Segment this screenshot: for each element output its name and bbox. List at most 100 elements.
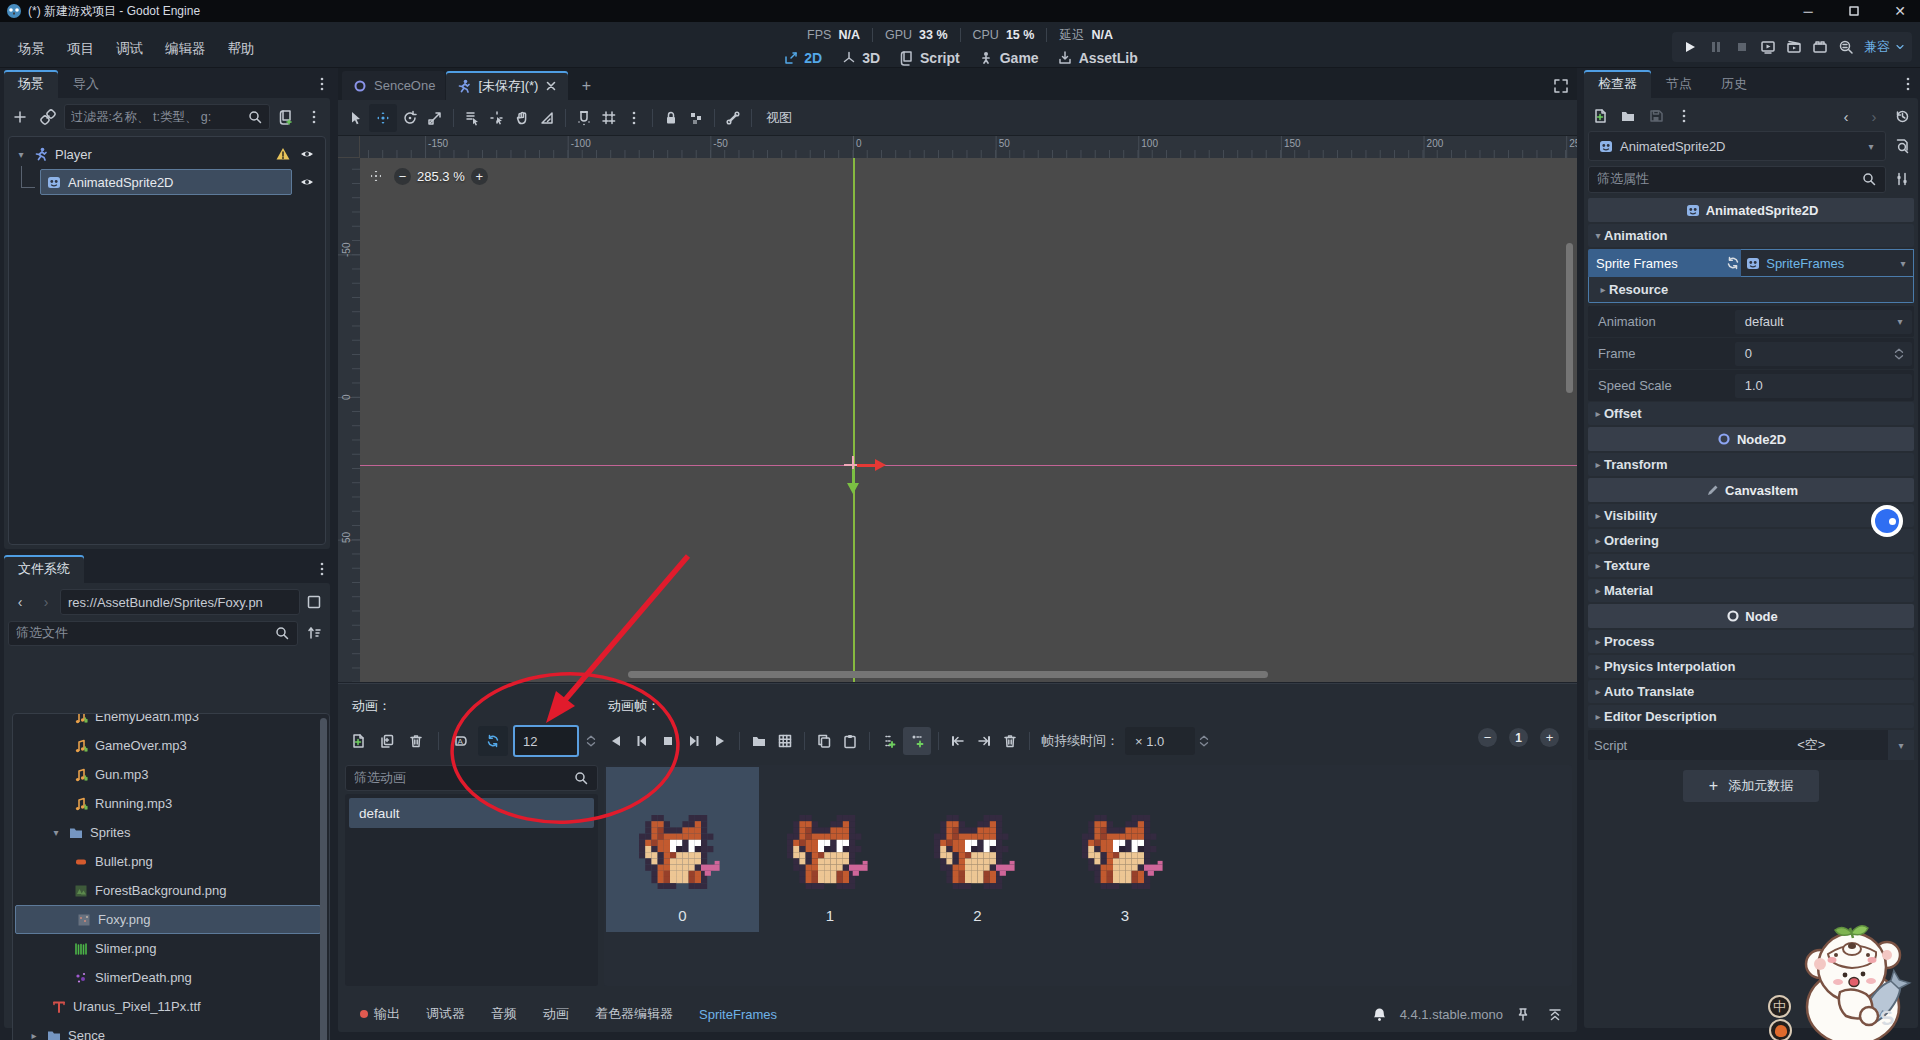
ruler-tool-button[interactable] [535,106,559,130]
tab-inspector[interactable]: 检查器 [1584,70,1651,98]
zoom-level[interactable]: 285.3 % [417,169,465,184]
smart-snap-button[interactable] [572,106,596,130]
bottom-tab-着色器编辑器[interactable]: 着色器编辑器 [583,996,685,1032]
scene-tab-unsaved[interactable]: [未保存](*) [446,71,568,100]
file-item[interactable]: Bullet.png [13,847,329,876]
file-item[interactable]: Slimer.png [13,934,329,963]
split-mode-button[interactable] [302,590,326,614]
tool-badge[interactable] [1769,1019,1792,1040]
tree-node-animatedsprite2d[interactable]: AnimatedSprite2D [11,168,323,196]
zoom-in-button[interactable]: + [471,168,488,185]
frame-tile-0[interactable]: 0 [606,767,759,932]
delete-animation-button[interactable] [404,729,428,753]
center-view-button[interactable] [364,164,388,188]
load-resource-button[interactable] [1616,104,1640,128]
move-frame-left-button[interactable] [946,729,970,753]
play-backwards-step-button[interactable] [630,729,654,753]
move-frame-right-button[interactable] [972,729,996,753]
section-offset[interactable]: ▸Offset [1588,402,1914,425]
property-script[interactable]: Script <空> ▾ [1588,730,1914,760]
close-button[interactable]: ✕ [1880,0,1920,22]
movie-folder-button[interactable] [1808,35,1832,59]
pivot-tool-button[interactable] [485,106,509,130]
bottom-tab-音频[interactable]: 音频 [479,996,529,1032]
bottom-tab-调试器[interactable]: 调试器 [414,996,477,1032]
notification-bell-icon[interactable] [1368,1002,1392,1026]
viewport[interactable]: -150-100-50050100150200250 -50050 − 285.… [338,136,1577,682]
zoom-out-button[interactable]: − [394,168,411,185]
resource-menu-button[interactable] [1672,104,1696,128]
lock-button[interactable] [659,106,683,130]
scene-dock-menu-button[interactable] [310,70,334,98]
property-label-cell[interactable]: Sprite Frames [1588,249,1741,277]
bottom-tab-动画[interactable]: 动画 [531,996,581,1032]
renderer-select[interactable]: 兼容 [1864,35,1906,59]
inspector-tools-button[interactable] [1890,167,1914,191]
fps-input[interactable]: 12 [513,725,579,757]
vertical-scrollbar[interactable] [1566,243,1573,393]
animation-item-default[interactable]: default [349,798,594,828]
file-item[interactable]: GameOver.mp3 [13,731,329,760]
horizontal-scrollbar[interactable] [628,671,1268,678]
add-metadata-button[interactable]: +添加元数据 [1683,770,1819,802]
file-item[interactable]: ▾Sprites [13,818,329,847]
play-anim-button[interactable] [708,729,732,753]
property-value-field[interactable]: 1.0 [1735,374,1912,398]
tab-node[interactable]: 节点 [1652,70,1706,98]
section-material[interactable]: ▸Material [1588,579,1914,602]
frame-duration-input[interactable]: × 1.0 [1125,727,1195,755]
grid-snap-button[interactable] [597,106,621,130]
section-transform[interactable]: ▸Transform [1588,453,1914,476]
pause-button[interactable] [1704,35,1728,59]
history-button[interactable] [1890,104,1914,128]
section-ordering[interactable]: ▸Ordering [1588,529,1914,552]
menu-help[interactable]: 帮助 [218,36,265,62]
menu-project[interactable]: 项目 [57,36,104,62]
anim-filter-input[interactable]: 筛选动画 [345,765,598,791]
expand-bottom-panel-button[interactable] [1543,1002,1567,1026]
frames-zoom-reset-button[interactable]: 1 [1509,728,1528,747]
nav-back-button[interactable]: ‹ [8,590,32,614]
profiler-button[interactable] [1834,35,1858,59]
new-animation-button[interactable] [346,729,370,753]
duplicate-animation-button[interactable] [375,729,399,753]
workspace-3d[interactable]: 3D [836,50,884,67]
file-filter-input[interactable]: 筛选文件 [8,621,298,646]
group-button[interactable] [684,106,708,130]
file-item[interactable]: SlimerDeath.png [13,963,329,992]
view-menu-button[interactable]: 视图 [758,109,800,127]
section-animation[interactable]: ▾Animation [1588,224,1914,247]
tree-node-player[interactable]: ▾Player [11,140,323,168]
scene-tree-menu-button[interactable] [302,105,326,129]
snap-options-button[interactable] [622,106,646,130]
resource-section[interactable]: ▸Resource [1588,277,1914,303]
minimize-button[interactable]: ─ [1788,0,1828,22]
workspace-assetlib[interactable]: AssetLib [1053,50,1142,67]
rotate-tool-button[interactable] [398,106,422,130]
loop-button[interactable] [478,726,508,756]
section-texture[interactable]: ▸Texture [1588,554,1914,577]
file-item[interactable]: EnemyDeath.mp3 [13,713,329,731]
paste-frame-button[interactable] [838,729,862,753]
section-process[interactable]: ▸Process [1588,630,1914,653]
insert-before-button[interactable] [877,729,901,753]
spinner-icon[interactable] [1892,342,1906,366]
duration-spinner[interactable] [1197,729,1211,753]
pan-tool-button[interactable] [510,106,534,130]
save-resource-button[interactable] [1644,104,1668,128]
tab-filesystem[interactable]: 文件系统 [4,555,84,583]
frames-zoom-in-button[interactable]: + [1540,728,1559,747]
tab-import[interactable]: 导入 [59,70,113,98]
workspace-game[interactable]: Game [974,50,1043,67]
property-sprite-frames[interactable]: Sprite Frames SpriteFrames▾ [1588,249,1914,277]
scene-filter-input[interactable]: 过滤器:名称、 t:类型、 g: [64,104,270,130]
move-tool-button[interactable] [369,104,397,132]
tab-history[interactable]: 历史 [1707,70,1761,98]
new-resource-button[interactable] [1588,104,1612,128]
property-filter-input[interactable]: 筛选属性 [1588,166,1886,193]
add-frames-sheet-button[interactable] [773,729,797,753]
property-value-field[interactable]: default▾ [1735,310,1912,334]
file-item-selected[interactable]: Foxy.png [15,905,321,934]
stop-anim-button[interactable] [656,729,680,753]
sort-files-button[interactable] [302,621,326,645]
